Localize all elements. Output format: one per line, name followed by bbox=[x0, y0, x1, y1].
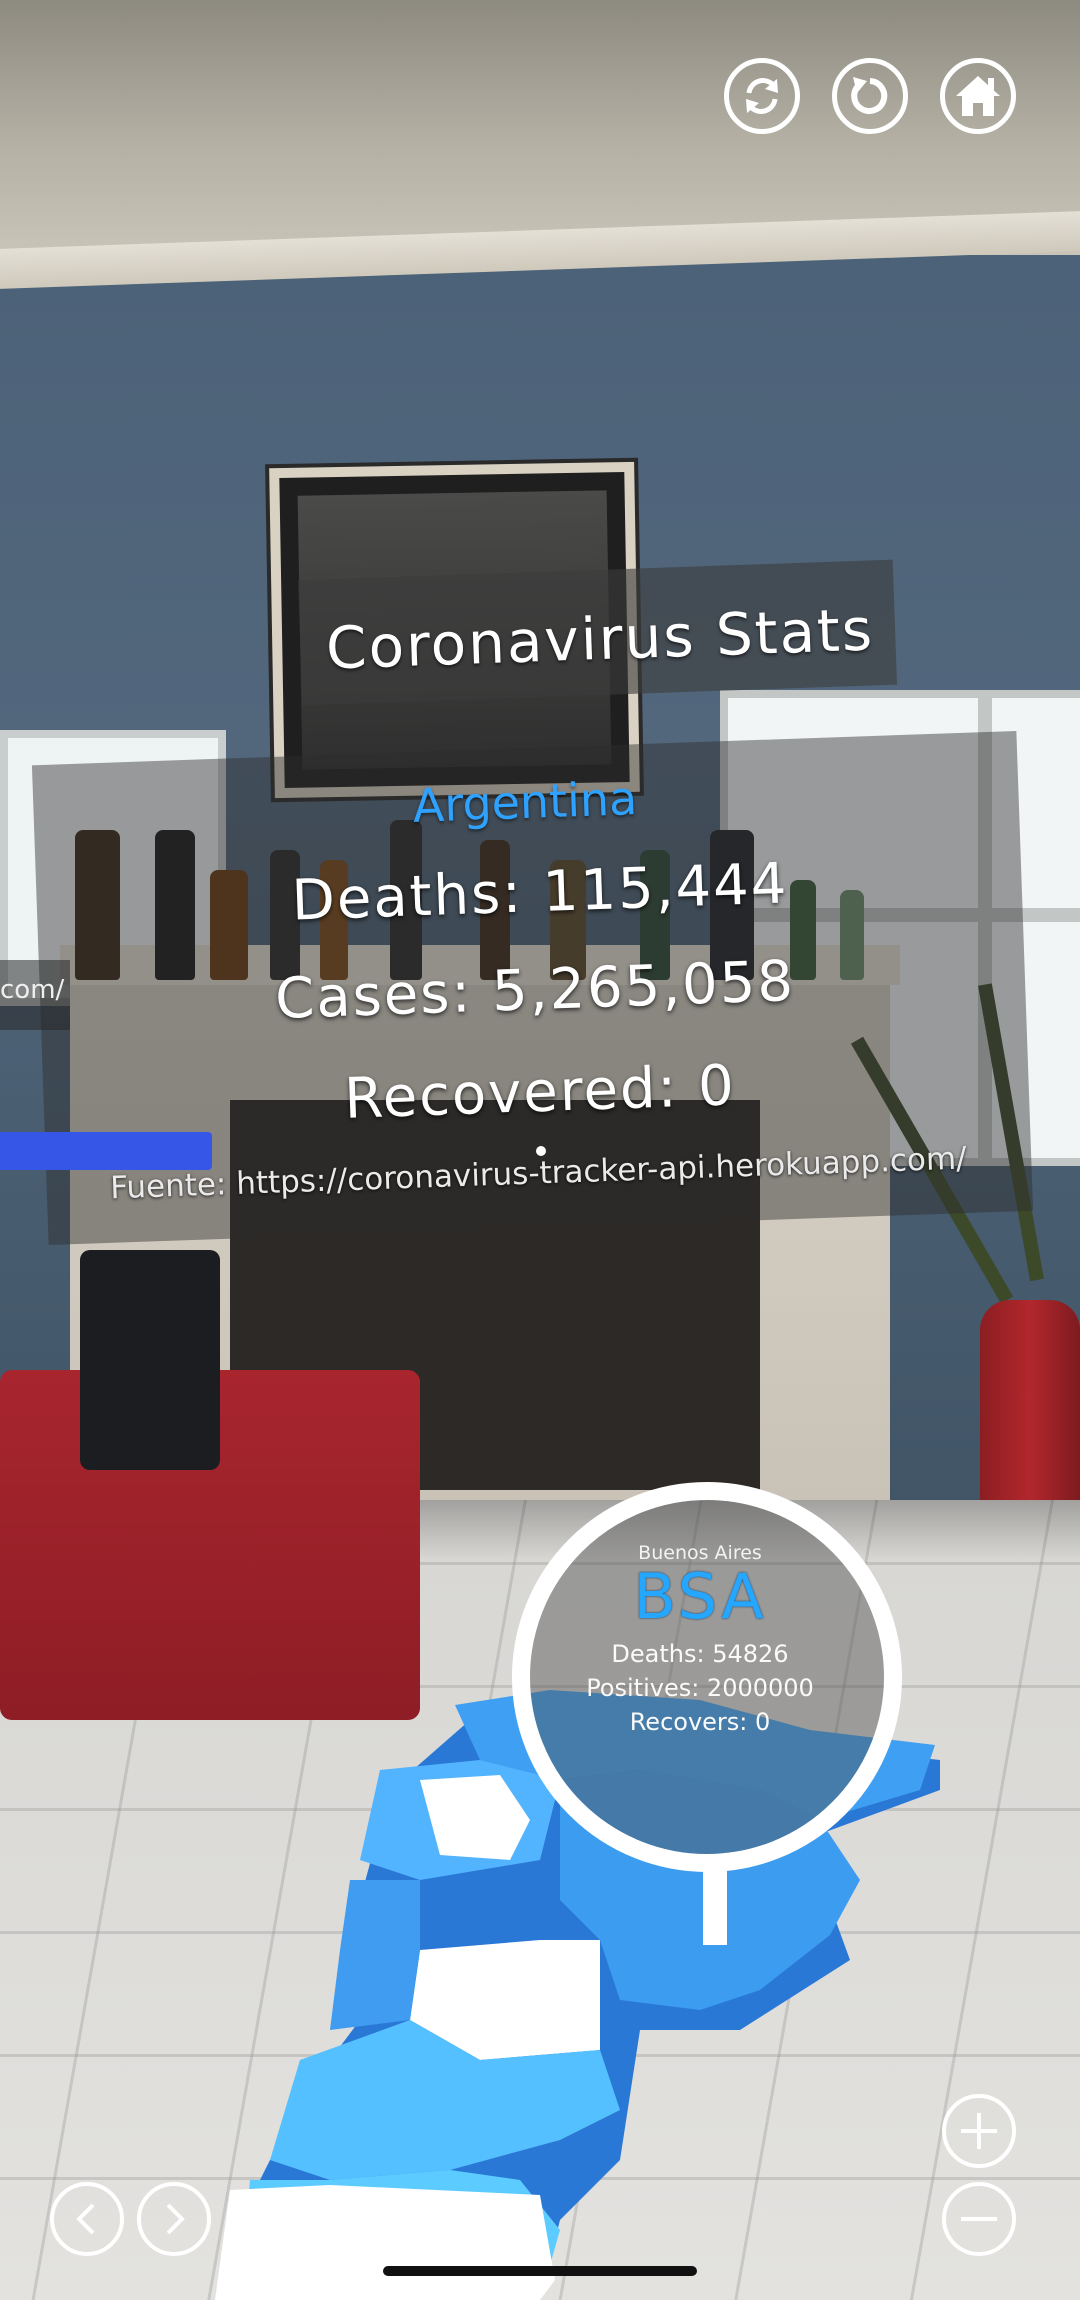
zoom-in-button[interactable] bbox=[942, 2094, 1016, 2168]
argentina-3d-map[interactable] bbox=[0, 0, 1080, 2300]
chevron-left-icon bbox=[76, 2203, 95, 2235]
zoom-out-button[interactable] bbox=[942, 2182, 1016, 2256]
home-indicator[interactable] bbox=[383, 2266, 697, 2276]
province-mendoza[interactable] bbox=[330, 1880, 420, 2030]
minus-icon bbox=[961, 2217, 997, 2221]
next-button[interactable] bbox=[137, 2182, 211, 2256]
province-code: BSA bbox=[633, 1560, 767, 1633]
province-positives: Positives: 2000000 bbox=[586, 1674, 814, 1702]
province-deaths: Deaths: 54826 bbox=[611, 1640, 789, 1668]
plus-icon bbox=[961, 2113, 997, 2149]
province-marker-stem bbox=[703, 1860, 727, 1945]
chevron-right-icon bbox=[166, 2203, 185, 2235]
province-white-3[interactable] bbox=[215, 2185, 555, 2300]
province-recovers: Recovers: 0 bbox=[629, 1708, 771, 1736]
previous-button[interactable] bbox=[50, 2182, 124, 2256]
